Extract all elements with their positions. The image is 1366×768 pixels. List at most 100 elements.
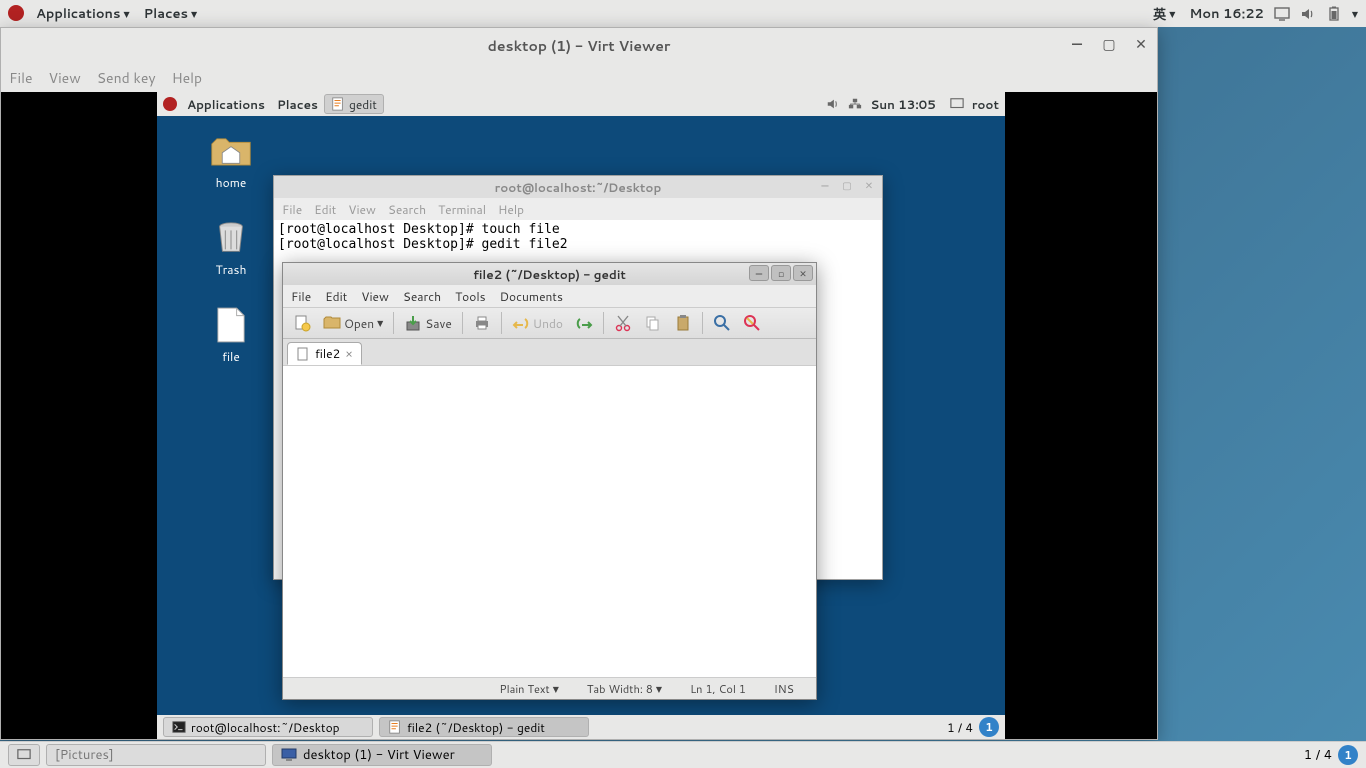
host-clock[interactable]: Mon 16:22 xyxy=(1189,5,1264,23)
menu-view[interactable]: View xyxy=(348,201,376,218)
undo-button[interactable]: Undo xyxy=(508,312,567,334)
display-icon[interactable] xyxy=(1274,6,1290,22)
print-button[interactable] xyxy=(469,312,495,334)
menu-file[interactable]: File xyxy=(291,288,311,305)
menu-view[interactable]: View xyxy=(49,68,81,88)
volume-icon[interactable] xyxy=(826,97,840,111)
menu-search[interactable]: Search xyxy=(403,288,441,305)
guest-bottombar: root@localhost:~/Desktop file2 (~/Deskto… xyxy=(157,715,1005,739)
minimize-button[interactable]: — xyxy=(749,265,769,281)
label: gedit xyxy=(349,96,377,113)
menu-search[interactable]: Search xyxy=(388,201,426,218)
menu-tools[interactable]: Tools xyxy=(455,288,486,305)
desktop-icon xyxy=(17,748,31,762)
guest-applications-menu[interactable]: Applications xyxy=(181,96,271,113)
workspace-badge[interactable]: 1 xyxy=(979,717,999,737)
new-button[interactable] xyxy=(289,312,315,334)
maximize-button[interactable]: ▢ xyxy=(838,179,856,193)
user-icon xyxy=(950,97,964,111)
distro-icon xyxy=(8,5,24,21)
save-icon xyxy=(404,314,422,332)
open-button[interactable]: Open▼ xyxy=(319,312,387,334)
label: Applications xyxy=(36,5,120,23)
show-desktop-button[interactable] xyxy=(8,744,40,766)
undo-icon xyxy=(512,314,530,332)
guest-user[interactable]: root xyxy=(972,96,999,113)
minimize-button[interactable]: — xyxy=(816,179,834,193)
print-icon xyxy=(473,314,491,332)
network-icon[interactable] xyxy=(848,97,862,111)
find-button[interactable] xyxy=(709,312,735,334)
redo-button[interactable] xyxy=(571,312,597,334)
label: [Pictures] xyxy=(55,746,114,764)
close-button[interactable]: ✕ xyxy=(860,179,878,193)
chevron-down-icon: ▼ xyxy=(123,8,129,20)
status-ins: INS xyxy=(760,681,808,697)
desktop-icon-file[interactable]: file xyxy=(201,306,261,365)
menu-help[interactable]: Help xyxy=(498,201,524,218)
maximize-button[interactable]: ▢ xyxy=(1099,34,1119,54)
separator xyxy=(393,312,394,334)
terminal-menubar: File Edit View Search Terminal Help xyxy=(274,198,882,220)
menu-sendkey[interactable]: Send key xyxy=(97,68,156,88)
gedit-editor[interactable] xyxy=(283,365,816,677)
taskbar-pictures[interactable]: [Pictures] xyxy=(46,744,266,766)
open-icon xyxy=(323,314,341,332)
distro-icon xyxy=(163,97,177,111)
separator xyxy=(702,312,703,334)
minimize-button[interactable]: — xyxy=(1067,34,1087,54)
copy-button[interactable] xyxy=(640,312,666,334)
guest-desktop[interactable]: Applications Places gedit Sun 13:05 root xyxy=(157,92,1005,739)
redo-icon xyxy=(575,314,593,332)
status-lncol: Ln 1, Col 1 xyxy=(676,681,760,697)
guest-clock[interactable]: Sun 13:05 xyxy=(870,96,936,113)
label: file xyxy=(222,348,240,365)
menu-edit[interactable]: Edit xyxy=(325,288,347,305)
copy-icon xyxy=(644,314,662,332)
maximize-button[interactable]: ▫ xyxy=(771,265,791,281)
gedit-window: file2 (~/Desktop) - gedit — ▫ ✕ File Edi… xyxy=(282,262,817,700)
taskbar-terminal[interactable]: root@localhost:~/Desktop xyxy=(163,717,373,737)
gedit-titlebar[interactable]: file2 (~/Desktop) - gedit — ▫ ✕ xyxy=(283,263,816,285)
desktop-icon-trash[interactable]: Trash xyxy=(201,219,261,278)
chevron-down-icon: ▼ xyxy=(553,683,559,695)
virt-viewer-titlebar[interactable]: desktop (1) - Virt Viewer — ▢ ✕ xyxy=(1,28,1157,64)
status-tabwidth[interactable]: Tab Width: 8▼ xyxy=(573,681,676,697)
taskbar-virtviewer[interactable]: desktop (1) - Virt Viewer xyxy=(272,744,492,766)
menu-terminal[interactable]: Terminal xyxy=(438,201,486,218)
taskbar-gedit[interactable]: file2 (~/Desktop) - gedit xyxy=(379,717,589,737)
gedit-menubar: File Edit View Search Tools Documents xyxy=(283,285,816,307)
workspace-badge[interactable]: 1 xyxy=(1338,745,1358,765)
tab-close-button[interactable]: × xyxy=(345,345,353,362)
menu-documents[interactable]: Documents xyxy=(500,288,563,305)
close-button[interactable]: ✕ xyxy=(1131,34,1151,54)
folder-home-icon xyxy=(210,132,252,170)
host-input-method[interactable]: 英 ▼ xyxy=(1149,4,1179,24)
monitor-icon xyxy=(281,748,297,762)
menu-help[interactable]: Help xyxy=(172,68,202,88)
battery-icon[interactable] xyxy=(1326,6,1342,22)
guest-active-app[interactable]: gedit xyxy=(324,94,384,114)
menu-file[interactable]: File xyxy=(9,68,33,88)
close-button[interactable]: ✕ xyxy=(793,265,813,281)
replace-button[interactable] xyxy=(739,312,765,334)
volume-icon[interactable] xyxy=(1300,6,1316,22)
menu-file[interactable]: File xyxy=(282,201,302,218)
terminal-icon xyxy=(172,720,186,734)
cut-icon xyxy=(614,314,632,332)
menu-view[interactable]: View xyxy=(361,288,389,305)
paste-button[interactable] xyxy=(670,312,696,334)
workspace-indicator[interactable]: 1 / 4 xyxy=(947,719,973,736)
save-button[interactable]: Save xyxy=(400,312,456,334)
gedit-tab[interactable]: file2 × xyxy=(287,342,362,365)
cut-button[interactable] xyxy=(610,312,636,334)
host-places-menu[interactable]: Places ▼ xyxy=(140,5,202,23)
host-applications-menu[interactable]: Applications ▼ xyxy=(32,5,134,23)
terminal-titlebar[interactable]: root@localhost:~/Desktop — ▢ ✕ xyxy=(274,176,882,198)
workspace-indicator[interactable]: 1 / 4 xyxy=(1304,746,1332,764)
guest-places-menu[interactable]: Places xyxy=(271,96,324,113)
virt-viewer-window: desktop (1) - Virt Viewer — ▢ ✕ File Vie… xyxy=(0,27,1158,740)
status-syntax[interactable]: Plain Text▼ xyxy=(485,681,572,697)
desktop-icon-home[interactable]: home xyxy=(201,132,261,191)
menu-edit[interactable]: Edit xyxy=(314,201,336,218)
